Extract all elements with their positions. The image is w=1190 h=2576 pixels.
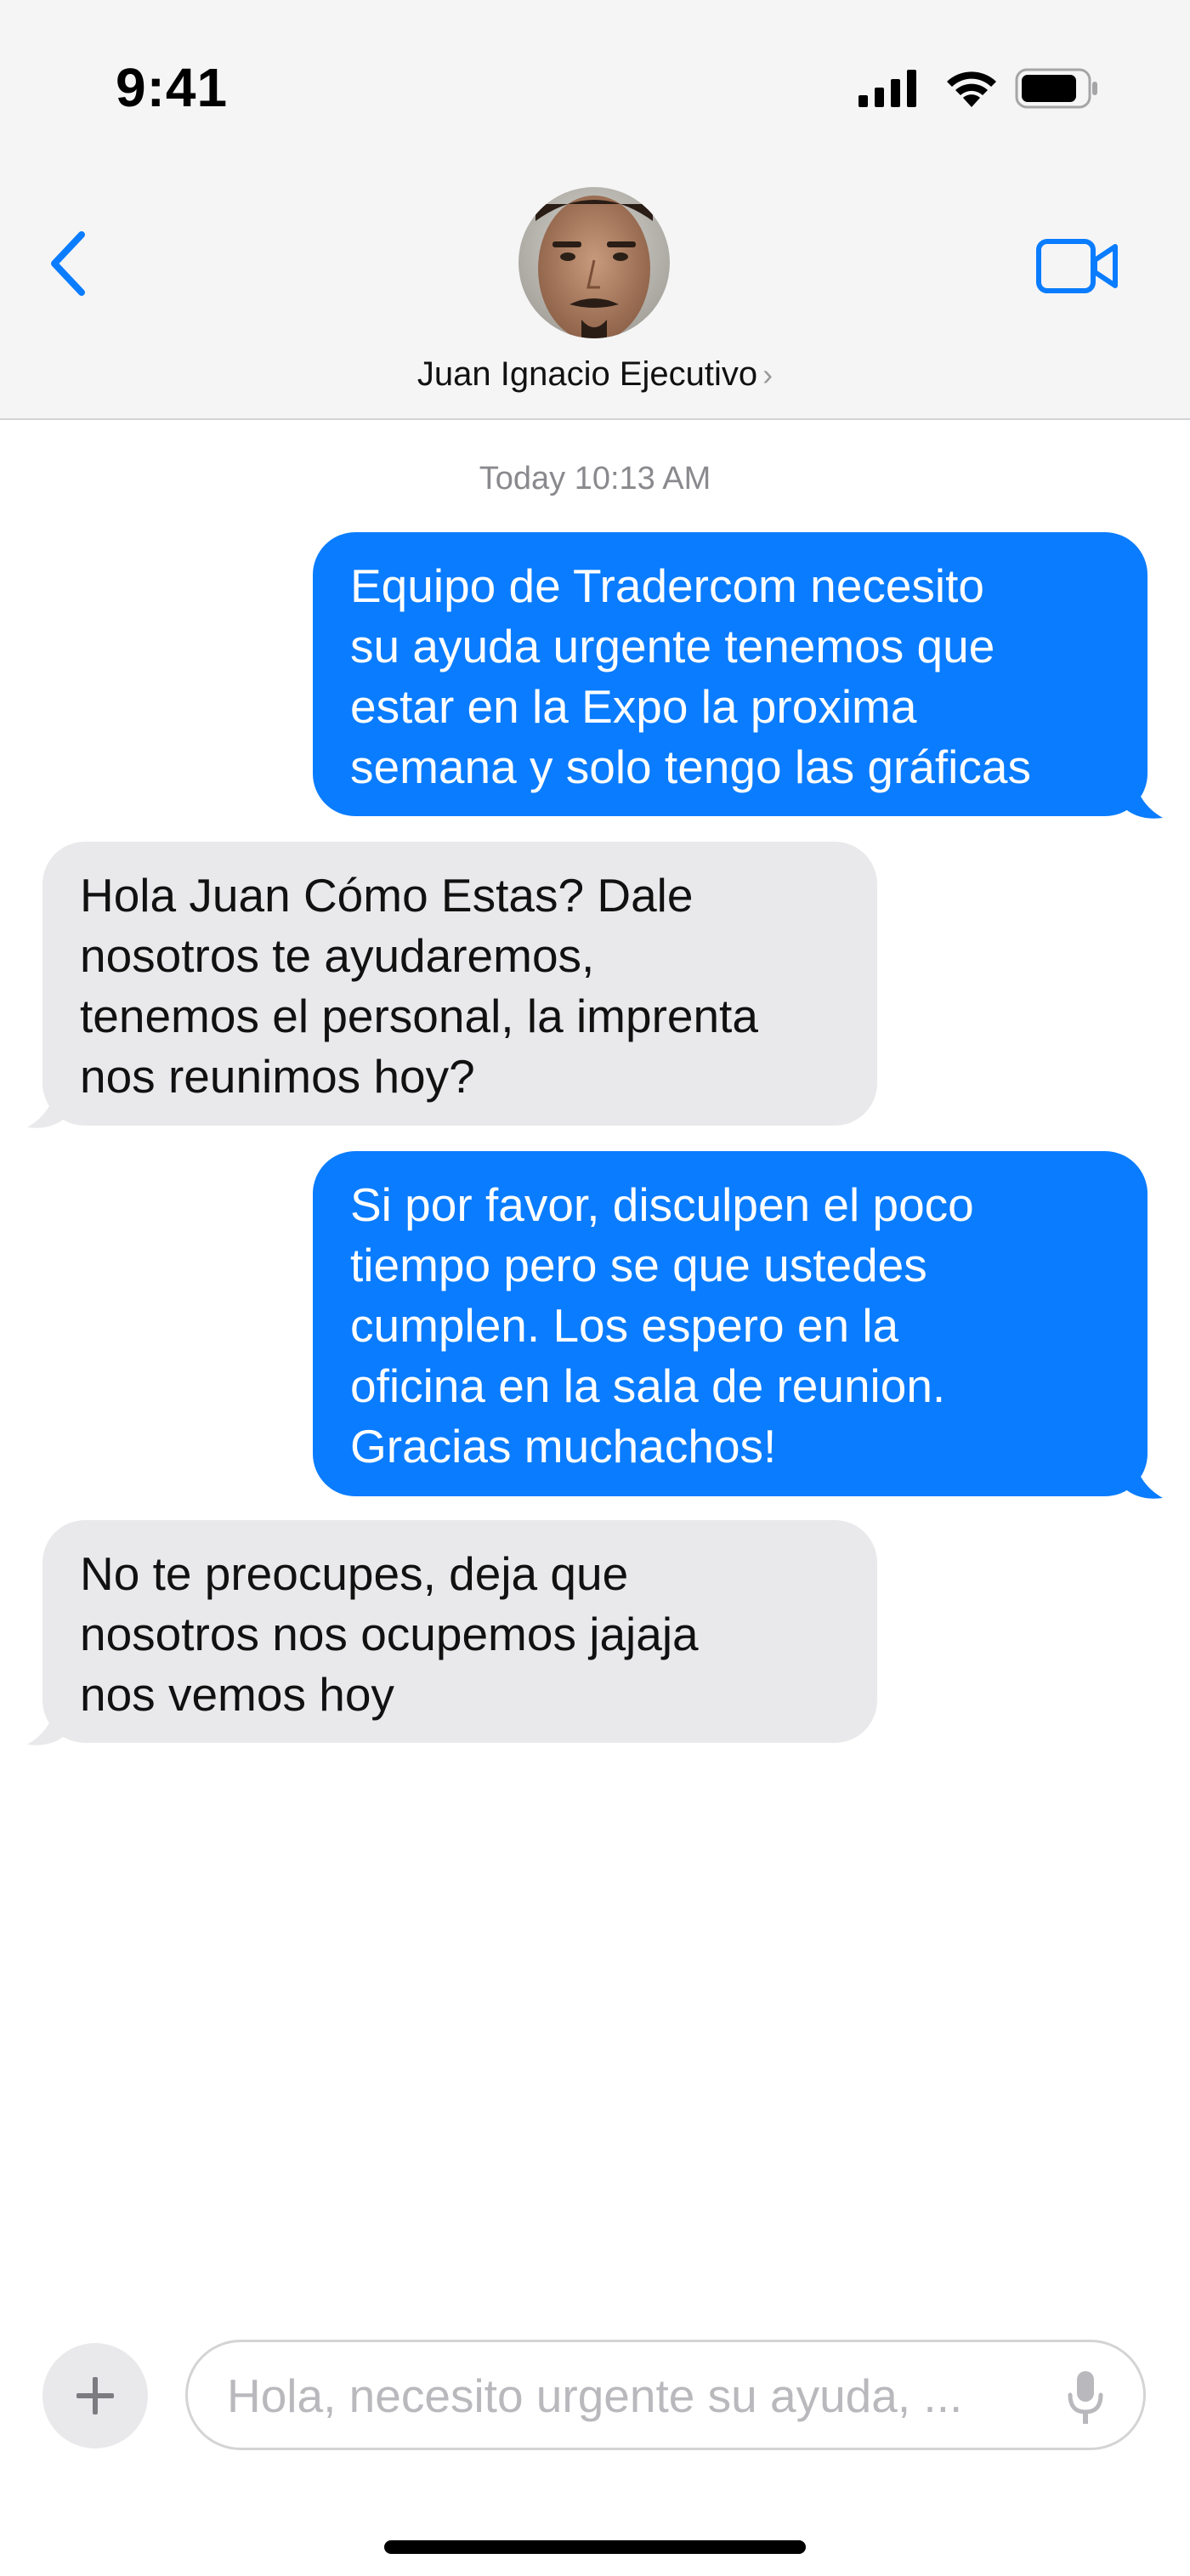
chevron-right-icon: › xyxy=(762,357,774,392)
message-line: nosotros nos ocupemos jajaja xyxy=(80,1608,699,1660)
contact-name-label: Juan Ignacio Ejecutivo xyxy=(416,355,758,393)
status-time: 9:41 xyxy=(116,57,229,118)
message-bubble-incoming[interactable]: Hola Juan Cómo Estas? Dale nosotros te a… xyxy=(42,842,877,1126)
message-line: oficina en la sala de reunion. xyxy=(350,1359,946,1412)
message-line: tiempo pero se que ustedes xyxy=(350,1239,927,1291)
message-input[interactable] xyxy=(225,2342,1045,2449)
message-line: estar en la Expo la proxima xyxy=(350,680,917,733)
message-bubble-outgoing[interactable]: Si por favor, disculpen el poco tiempo p… xyxy=(313,1151,1148,1496)
wifi-icon xyxy=(947,71,996,107)
message-line: Equipo de Tradercom necesito xyxy=(350,559,984,612)
plus-icon[interactable] xyxy=(42,2343,148,2448)
message-line: Si por favor, disculpen el poco xyxy=(350,1178,974,1231)
microphone-icon[interactable] xyxy=(1065,2369,1106,2426)
message-line: No te preocupes, deja que xyxy=(80,1547,629,1600)
message-timestamp: Today 10:13 AM xyxy=(479,461,711,496)
cellular-signal-icon xyxy=(858,70,916,107)
message-line: su ayuda urgente tenemos que xyxy=(350,620,995,672)
message-input-field[interactable] xyxy=(185,2340,1146,2450)
video-call-icon[interactable] xyxy=(1035,236,1120,296)
message-line: nos reunimos hoy? xyxy=(80,1050,475,1103)
message-line: cumplen. Los espero en la xyxy=(350,1299,899,1352)
back-chevron-icon[interactable] xyxy=(44,230,95,298)
message-line: nos vemos hoy xyxy=(80,1668,394,1721)
message-line: nosotros te ayudaremos, xyxy=(80,929,595,982)
conversation-header: 9:41 Juan Ignacio Ejecutivo › xyxy=(0,0,1190,420)
message-line: Hola Juan Cómo Estas? Dale xyxy=(80,869,694,922)
message-bubble-outgoing[interactable]: Equipo de Tradercom necesito su ayuda ur… xyxy=(313,532,1148,816)
message-line: tenemos el personal, la imprenta xyxy=(80,990,758,1042)
message-line: Gracias muchachos! xyxy=(350,1420,777,1472)
message-bubble-incoming[interactable]: No te preocupes, deja que nosotros nos o… xyxy=(42,1520,877,1743)
message-line: semana y solo tengo las gráficas xyxy=(350,740,1031,793)
battery-icon xyxy=(1015,68,1097,109)
contact-avatar[interactable] xyxy=(518,187,670,338)
contact-name[interactable]: Juan Ignacio Ejecutivo › xyxy=(0,355,1190,394)
home-indicator xyxy=(384,2540,806,2554)
